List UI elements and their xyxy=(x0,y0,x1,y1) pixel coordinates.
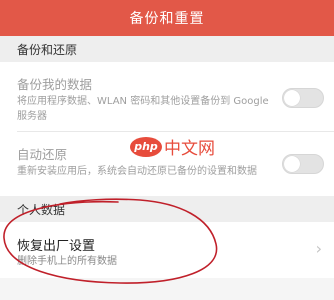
watermark-logo: php xyxy=(130,136,162,157)
toggle-knob xyxy=(284,90,300,106)
factory-reset-title: 恢复出厂设置 xyxy=(17,239,96,254)
backup-my-data-toggle[interactable] xyxy=(282,88,324,108)
backup-my-data-title: 备份我的数据 xyxy=(17,77,93,92)
page-title: 备份和重置 xyxy=(129,11,205,27)
backup-my-data-description: 将应用程序数据、WLAN 密码和其他设置备份到 Google 服务器 xyxy=(17,96,269,122)
chevron-right-icon: › xyxy=(315,239,322,258)
auto-restore-title: 自动还原 xyxy=(17,147,68,162)
app-bar: 备份和重置 xyxy=(0,0,334,36)
auto-restore-toggle[interactable] xyxy=(282,154,324,174)
watermark: php 中文网 xyxy=(130,134,215,159)
factory-reset-row[interactable]: 恢复出厂设置 删除手机上的所有数据 › xyxy=(0,222,334,278)
factory-reset-description: 删除手机上的所有数据 xyxy=(17,256,117,267)
section-header-personal-data: 个人数据 xyxy=(0,196,334,222)
auto-restore-description: 重新安装应用后，系统会自动还原已备份的设置和数据 xyxy=(17,166,257,177)
backup-my-data-row[interactable]: 备份我的数据 将应用程序数据、WLAN 密码和其他设置备份到 Google 服务… xyxy=(0,62,334,132)
section-header-label: 个人数据 xyxy=(17,202,66,217)
watermark-text: 中文网 xyxy=(164,139,215,159)
section-header-backup-restore: 备份和还原 xyxy=(0,36,334,62)
section-header-label: 备份和还原 xyxy=(17,42,78,57)
toggle-knob xyxy=(284,156,300,172)
